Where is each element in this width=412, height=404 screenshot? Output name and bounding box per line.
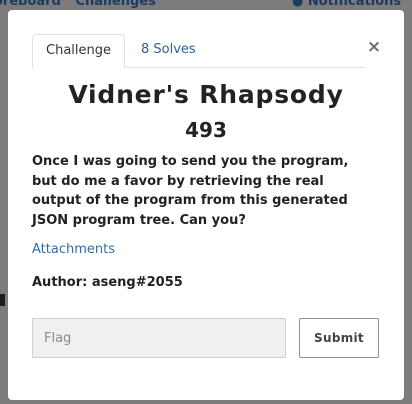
bg-nav-challenges: Challenges — [75, 0, 156, 9]
attachments-link[interactable]: Attachments — [32, 242, 115, 257]
submit-button[interactable]: Submit — [299, 318, 379, 358]
bg-nav-notifications: Notifications — [307, 0, 402, 9]
challenge-title: Vidner's Rhapsody — [68, 80, 344, 109]
background-fragment — [0, 294, 5, 306]
flag-input[interactable] — [32, 318, 286, 358]
challenge-points: 493 — [185, 118, 227, 142]
bell-icon: ● — [292, 0, 304, 9]
tab-solves[interactable]: 8 Solves — [128, 34, 209, 67]
bg-nav-scoreboard: oreboard — [0, 0, 61, 9]
tab-challenge[interactable]: Challenge — [32, 34, 125, 68]
challenge-description: Once I was going to send you the program… — [32, 154, 349, 228]
close-icon[interactable]: × — [366, 39, 382, 56]
challenge-author: Author: aseng#2055 — [32, 275, 183, 290]
modal-tabs: Challenge 8 Solves — [32, 34, 365, 68]
